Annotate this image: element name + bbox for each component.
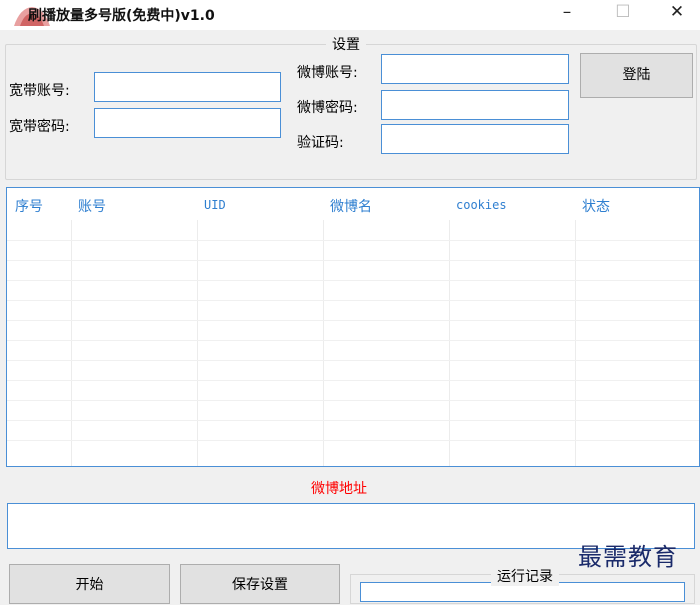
weibo-password-input[interactable]	[381, 90, 569, 120]
broadband-password-label: 宽带密码:	[9, 119, 70, 135]
settings-legend: 设置	[326, 34, 366, 54]
column-header-cookies[interactable]: cookies	[456, 198, 507, 212]
row-divider	[7, 240, 699, 241]
column-divider	[71, 220, 72, 466]
close-button[interactable]: ✕	[654, 0, 700, 26]
column-header-account[interactable]: 账号	[78, 196, 106, 216]
table-header: 序号 账号 UID 微博名 cookies 状态	[7, 188, 699, 220]
window-title: 刷播放量多号版(免费中)v1.0	[28, 8, 215, 24]
weibo-account-input[interactable]	[381, 54, 569, 84]
weibo-password-label: 微博密码:	[297, 100, 358, 116]
weibo-url-label: 微博地址	[311, 481, 367, 497]
row-divider	[7, 420, 699, 421]
column-header-index[interactable]: 序号	[15, 196, 43, 216]
run-log-legend: 运行记录	[491, 566, 559, 586]
row-divider	[7, 280, 699, 281]
column-divider	[197, 220, 198, 466]
column-header-uid[interactable]: UID	[204, 198, 226, 212]
broadband-account-input[interactable]	[94, 72, 281, 102]
row-divider	[7, 380, 699, 381]
login-button[interactable]: 登陆	[580, 53, 693, 98]
maximize-button[interactable]: ☐	[600, 0, 646, 26]
row-divider	[7, 260, 699, 261]
minimize-button[interactable]: –	[544, 0, 590, 26]
weibo-account-label: 微博账号:	[297, 65, 358, 81]
captcha-label: 验证码:	[297, 135, 344, 151]
column-divider	[323, 220, 324, 466]
account-table[interactable]: 序号 账号 UID 微博名 cookies 状态	[6, 187, 700, 467]
watermark-text: 最需教育	[578, 543, 678, 571]
column-divider	[449, 220, 450, 466]
save-settings-button[interactable]: 保存设置	[180, 564, 340, 604]
row-divider	[7, 320, 699, 321]
row-divider	[7, 400, 699, 401]
column-header-weibo-name[interactable]: 微博名	[330, 196, 372, 216]
row-divider	[7, 300, 699, 301]
row-divider	[7, 440, 699, 441]
start-button[interactable]: 开始	[9, 564, 170, 604]
captcha-input[interactable]	[381, 124, 569, 154]
row-divider	[7, 340, 699, 341]
row-divider	[7, 360, 699, 361]
column-header-status[interactable]: 状态	[582, 196, 610, 216]
broadband-account-label: 宽带账号:	[9, 83, 70, 99]
title-bar: 刷播放量多号版(免费中)v1.0 – ☐ ✕	[0, 0, 700, 30]
broadband-password-input[interactable]	[94, 108, 281, 138]
column-divider	[575, 220, 576, 466]
